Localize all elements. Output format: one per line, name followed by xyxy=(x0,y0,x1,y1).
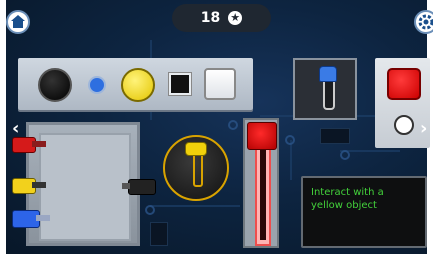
left-arrow-icon[interactable]: ‹ xyxy=(12,118,19,139)
red-slider-knob[interactable] xyxy=(247,122,277,150)
circuit-pad xyxy=(228,120,238,130)
red-plug[interactable] xyxy=(12,137,58,153)
circuit-pad xyxy=(145,205,155,215)
blue-plug-tip xyxy=(36,215,50,221)
black-plug-body xyxy=(128,179,156,195)
instruction-text: Interact with a yellow object xyxy=(311,187,384,211)
red-slider-track xyxy=(255,140,271,246)
yellow-slider-knob[interactable] xyxy=(185,142,207,156)
yellow-round-slider xyxy=(163,135,229,201)
yellow-plug[interactable] xyxy=(12,178,58,194)
score-counter: 18 ★ xyxy=(172,4,271,32)
blue-small-button[interactable] xyxy=(88,76,106,94)
black-round-button[interactable] xyxy=(38,68,72,102)
blue-slider-panel xyxy=(293,58,357,120)
left-edge-light xyxy=(0,0,6,254)
button-shelf-panel xyxy=(18,58,253,110)
circuit-trace xyxy=(150,205,240,207)
instruction-message-box: Interact with a yellow object xyxy=(301,176,427,248)
red-plug-tip xyxy=(32,141,46,147)
right-arrow-icon[interactable]: › xyxy=(420,118,427,139)
black-square-button[interactable] xyxy=(168,72,192,96)
yellow-plug-tip xyxy=(32,182,46,188)
circuit-chip xyxy=(150,222,168,246)
game-board: 18 ★ ‹ › Interact with a yellow object xyxy=(0,0,433,254)
score-value: 18 xyxy=(200,10,221,26)
gear-icon[interactable] xyxy=(414,10,433,34)
circuit-pad xyxy=(285,135,295,145)
white-square-button[interactable] xyxy=(204,68,236,100)
blue-slider-knob[interactable] xyxy=(319,66,337,82)
yellow-slider-track xyxy=(193,151,203,187)
home-icon[interactable] xyxy=(6,10,30,34)
black-plug[interactable] xyxy=(122,179,156,195)
red-slider-groove xyxy=(260,144,266,240)
star-icon: ★ xyxy=(228,11,243,25)
circuit-trace xyxy=(290,140,292,180)
circuit-pad xyxy=(340,150,350,160)
black-plug-tip xyxy=(122,183,130,189)
circuit-chip xyxy=(320,128,350,144)
red-long-slider xyxy=(243,118,279,248)
yellow-round-button[interactable] xyxy=(121,68,155,102)
red-square-button[interactable] xyxy=(387,68,421,100)
white-round-button[interactable] xyxy=(394,115,414,135)
blue-plug[interactable] xyxy=(12,210,62,228)
